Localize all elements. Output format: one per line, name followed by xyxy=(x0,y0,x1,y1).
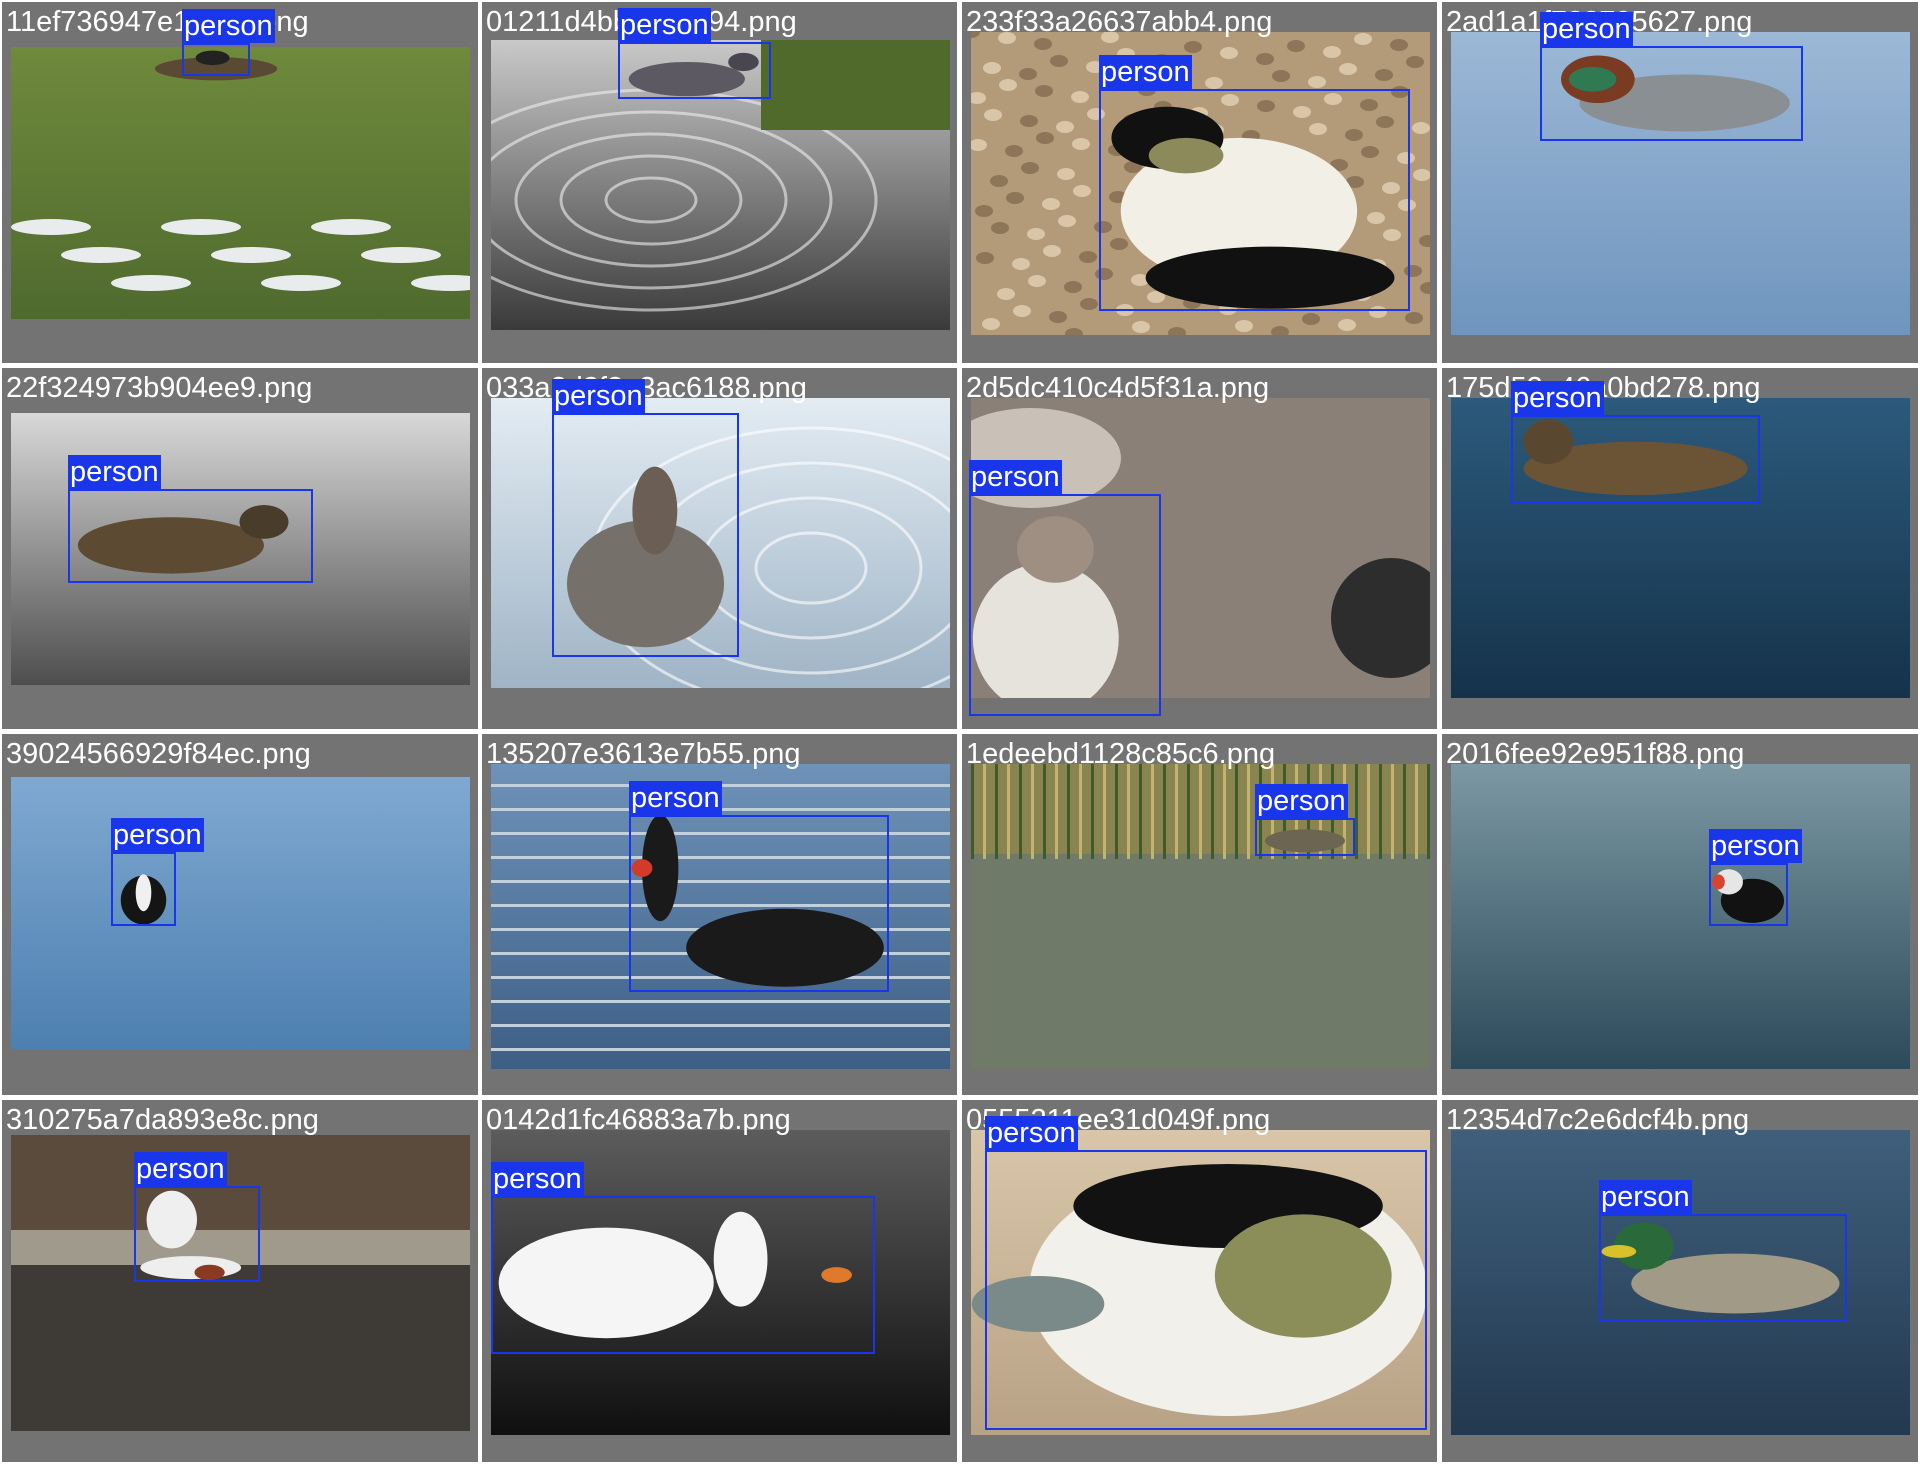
detection-box xyxy=(629,815,889,992)
image-tile[interactable]: 01211d4bbc161694.pngperson xyxy=(482,2,957,363)
detection-label: person xyxy=(68,455,161,489)
detection-box xyxy=(491,1196,875,1354)
bird-photo xyxy=(1451,764,1910,1069)
filename-label: 1edeebd1128c85c6.png xyxy=(966,738,1276,770)
filename-label: 2d5dc410c4d5f31a.png xyxy=(966,372,1270,404)
detection-box xyxy=(182,43,250,76)
detection-label: person xyxy=(1511,381,1604,415)
detection-label: person xyxy=(1540,12,1633,46)
filename-label: 135207e3613e7b55.png xyxy=(486,738,801,770)
detection-box xyxy=(1540,46,1803,141)
bird-photo xyxy=(11,1135,470,1431)
detection-label: person xyxy=(629,781,722,815)
detection-label: person xyxy=(985,1116,1078,1150)
image-tile[interactable]: 12354d7c2e6dcf4b.png person xyxy=(1442,1100,1918,1462)
filename-label: 22f324973b904ee9.png xyxy=(6,372,313,404)
filename-label: 033a2d2f2e3ac6188.png xyxy=(486,372,807,404)
image-tile[interactable]: 175d52a46a0bd278.pngperson xyxy=(1442,368,1918,729)
image-tile[interactable]: 310275a7da893e8c.png person xyxy=(2,1100,478,1462)
detection-label: person xyxy=(1599,1180,1692,1214)
detection-label: person xyxy=(552,379,645,413)
filename-label: 310275a7da893e8c.png xyxy=(6,1104,319,1136)
detection-box xyxy=(552,413,739,657)
image-tile[interactable]: 1edeebd1128c85c6.png person xyxy=(962,734,1437,1095)
detection-box xyxy=(1599,1214,1847,1321)
filename-label: 233f33a26637abb4.png xyxy=(966,6,1273,38)
filename-label: 39024566929f84ec.png xyxy=(6,738,311,770)
detection-box xyxy=(969,494,1161,716)
image-tile[interactable]: 2016fee92e951f88.png person xyxy=(1442,734,1918,1095)
detection-box xyxy=(134,1186,260,1282)
detection-label: person xyxy=(182,9,275,43)
detection-label: person xyxy=(1255,784,1348,818)
detection-box xyxy=(1255,818,1355,856)
image-tile[interactable]: 39024566929f84ec.png person xyxy=(2,734,478,1095)
image-tile[interactable]: 0555211ee31d049f.png person xyxy=(962,1100,1437,1462)
image-tile[interactable]: 22f324973b904ee9.png person xyxy=(2,368,478,729)
detection-label: person xyxy=(1709,829,1802,863)
filename-label: 12354d7c2e6dcf4b.png xyxy=(1446,1104,1750,1136)
detection-label: person xyxy=(134,1152,227,1186)
image-tile[interactable]: 2ad1a1f723795627.pngperson xyxy=(1442,2,1918,363)
detection-label: person xyxy=(111,818,204,852)
image-tile[interactable]: 033a2d2f2e3ac6188.png person xyxy=(482,368,957,729)
image-tile[interactable]: 233f33a26637abb4.png person xyxy=(962,2,1437,363)
bird-photo xyxy=(11,777,470,1049)
filename-label: 2016fee92e951f88.png xyxy=(1446,738,1745,770)
detection-box xyxy=(68,489,313,583)
detection-label: person xyxy=(1099,55,1192,89)
detection-label: person xyxy=(618,8,711,42)
bird-photo xyxy=(11,47,470,319)
bird-photo xyxy=(971,764,1430,1069)
filename-label: 0142d1fc46883a7b.png xyxy=(486,1104,791,1136)
detection-box xyxy=(111,852,176,926)
detection-box xyxy=(1511,415,1760,504)
detection-box xyxy=(985,1150,1427,1430)
image-tile[interactable]: 0142d1fc46883a7b.png person xyxy=(482,1100,957,1462)
image-tile[interactable]: 11ef736947e18c52.png person xyxy=(2,2,478,363)
image-tile[interactable]: 135207e3613e7b55.png person xyxy=(482,734,957,1095)
image-grid: 11ef736947e18c52.pngperson01211d4bbc1616… xyxy=(0,0,1920,1464)
detection-box xyxy=(618,42,771,99)
image-tile[interactable]: 2d5dc410c4d5f31a.png person xyxy=(962,368,1437,729)
detection-label: person xyxy=(969,460,1062,494)
detection-label: person xyxy=(491,1162,584,1196)
detection-box xyxy=(1099,89,1410,311)
detection-box xyxy=(1709,863,1788,926)
